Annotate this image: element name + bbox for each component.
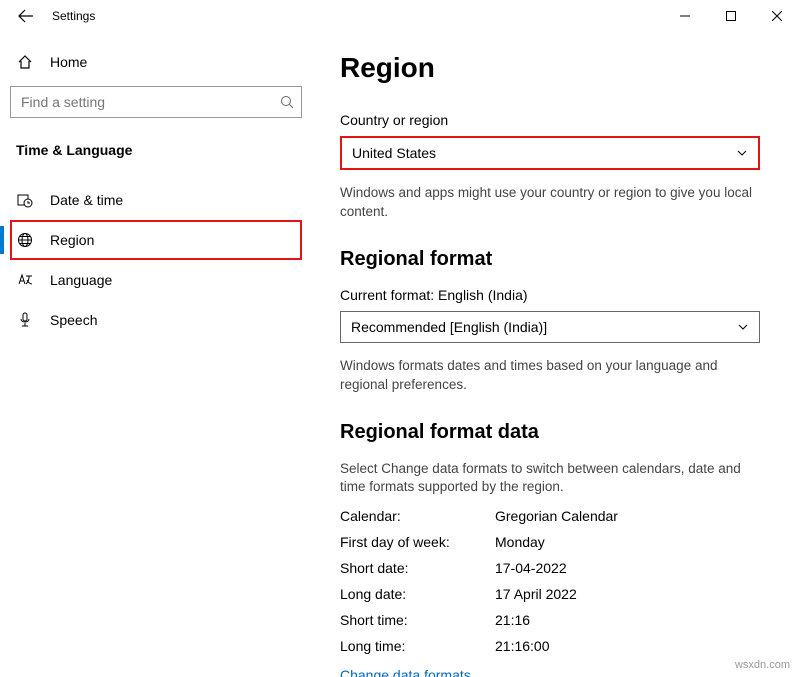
calendar-clock-icon: [16, 192, 34, 208]
format-dropdown[interactable]: Recommended [English (India)]: [340, 311, 760, 343]
table-row: Calendar:Gregorian Calendar: [340, 503, 760, 529]
chevron-down-icon: [736, 147, 748, 159]
country-dropdown[interactable]: United States: [340, 136, 760, 170]
country-desc: Windows and apps might use your country …: [340, 184, 760, 222]
close-button[interactable]: [754, 0, 800, 32]
titlebar: Settings: [0, 0, 800, 32]
format-value: Recommended [English (India)]: [351, 319, 547, 335]
back-button[interactable]: [8, 0, 44, 32]
sidebar-item-language[interactable]: Language: [10, 260, 302, 300]
sidebar: Home Time & Language Date & time Region …: [0, 32, 312, 677]
microphone-icon: [16, 312, 34, 328]
window-title: Settings: [44, 9, 95, 23]
back-arrow-icon: [18, 8, 34, 24]
sidebar-item-label: Date & time: [50, 192, 123, 208]
country-value: United States: [352, 145, 436, 161]
table-row: First day of week:Monday: [340, 529, 760, 555]
watermark: wsxdn.com: [735, 659, 790, 671]
close-icon: [772, 11, 782, 21]
sidebar-item-region[interactable]: Region: [10, 220, 302, 260]
country-label: Country or region: [340, 112, 772, 128]
section-title: Time & Language: [10, 136, 302, 180]
table-row: Short time:21:16: [340, 607, 760, 633]
home-nav[interactable]: Home: [10, 44, 302, 86]
sidebar-item-label: Speech: [50, 312, 97, 328]
window-controls: [662, 0, 800, 32]
sidebar-item-date-time[interactable]: Date & time: [10, 180, 302, 220]
home-label: Home: [50, 54, 87, 70]
format-data-heading: Regional format data: [340, 421, 772, 444]
minimize-button[interactable]: [662, 0, 708, 32]
maximize-icon: [726, 11, 736, 21]
page-heading: Region: [340, 52, 772, 84]
globe-icon: [16, 232, 34, 248]
chevron-down-icon: [737, 321, 749, 333]
table-row: Short date:17-04-2022: [340, 555, 760, 581]
home-icon: [16, 54, 34, 70]
change-data-formats-link[interactable]: Change data formats: [340, 667, 471, 677]
selection-indicator: [0, 226, 4, 254]
format-data-desc: Select Change data formats to switch bet…: [340, 460, 760, 498]
main-content: Region Country or region United States W…: [312, 32, 800, 677]
format-desc: Windows formats dates and times based on…: [340, 357, 760, 395]
search-box[interactable]: [10, 86, 302, 118]
search-input[interactable]: [10, 86, 302, 118]
sidebar-item-speech[interactable]: Speech: [10, 300, 302, 340]
sidebar-item-label: Language: [50, 272, 112, 288]
sidebar-item-label: Region: [50, 232, 94, 248]
regional-format-heading: Regional format: [340, 248, 772, 271]
current-format-label: Current format: English (India): [340, 287, 772, 303]
table-row: Long date:17 April 2022: [340, 581, 760, 607]
format-data-table: Calendar:Gregorian Calendar First day of…: [340, 503, 760, 659]
minimize-icon: [680, 11, 690, 21]
table-row: Long time:21:16:00: [340, 633, 760, 659]
language-icon: [16, 272, 34, 288]
maximize-button[interactable]: [708, 0, 754, 32]
